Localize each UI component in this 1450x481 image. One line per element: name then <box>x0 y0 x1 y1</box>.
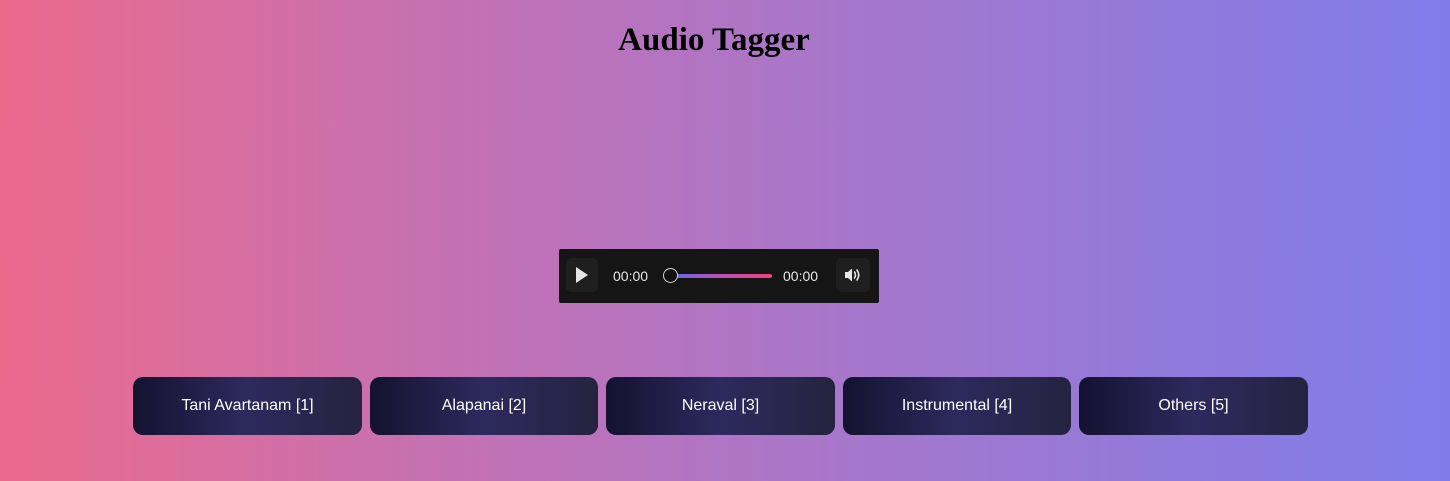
tag-button-group: Tani Avartanam [1] Alapanai [2] Neraval … <box>133 377 1308 435</box>
seek-slider[interactable] <box>663 267 773 285</box>
tag-button-instrumental[interactable]: Instrumental [4] <box>843 377 1071 435</box>
page-title: Audio Tagger <box>618 22 810 58</box>
current-time: 00:00 <box>613 268 649 284</box>
seek-track <box>667 274 772 278</box>
seek-thumb[interactable] <box>663 268 678 283</box>
play-icon <box>576 267 588 283</box>
tag-button-alapanai[interactable]: Alapanai [2] <box>370 377 598 435</box>
play-button[interactable] <box>566 258 598 292</box>
total-time: 00:00 <box>783 268 819 284</box>
volume-icon <box>845 268 860 282</box>
tag-button-tani-avartanam[interactable]: Tani Avartanam [1] <box>133 377 362 435</box>
tag-button-neraval[interactable]: Neraval [3] <box>606 377 835 435</box>
volume-button[interactable] <box>836 258 870 292</box>
tag-button-others[interactable]: Others [5] <box>1079 377 1308 435</box>
audio-player: 00:00 00:00 <box>559 249 879 303</box>
